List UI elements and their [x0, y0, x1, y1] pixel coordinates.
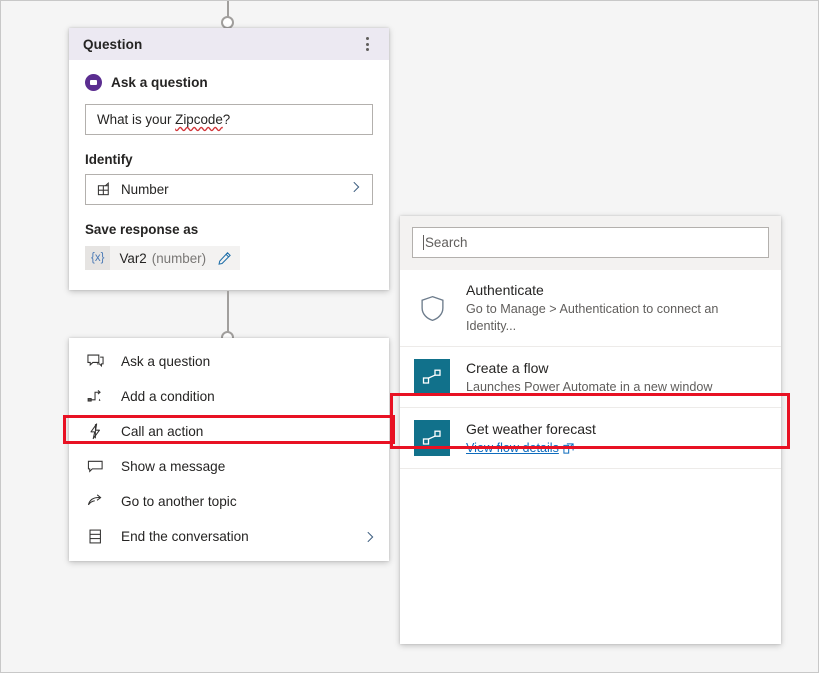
view-flow-details-link[interactable]: View flow details: [466, 440, 574, 457]
search-input[interactable]: Search: [412, 227, 769, 258]
identify-label: Identify: [85, 152, 133, 167]
question-card-header: Question: [69, 28, 389, 60]
condition-branch-icon: [87, 388, 109, 405]
menu-item-ask-a-question[interactable]: Ask a question: [69, 344, 389, 379]
page-title: Question: [83, 36, 143, 52]
menu-item-label: Add a condition: [121, 389, 215, 404]
identify-selected-value: Number: [121, 182, 169, 197]
external-link-icon: [563, 442, 574, 454]
shield-authenticate-icon: [414, 290, 450, 326]
power-automate-flow-icon: [414, 420, 450, 456]
menu-item-label: End the conversation: [121, 529, 249, 544]
variable-type: (number): [151, 250, 207, 266]
variable-chip[interactable]: {x} Var2 (number): [85, 246, 241, 270]
menu-item-add-a-condition[interactable]: Add a condition: [69, 379, 389, 414]
menu-item-call-an-action[interactable]: Call an action: [69, 414, 389, 449]
menu-item-go-to-another-topic[interactable]: Go to another topic: [69, 484, 389, 519]
action-row-text: Get weather forecast View flow details: [466, 420, 596, 457]
power-automate-flow-icon: [414, 359, 450, 395]
action-row-authenticate[interactable]: Authenticate Go to Manage > Authenticati…: [400, 270, 781, 347]
lightning-bolt-icon: [87, 423, 109, 440]
save-response-label: Save response as: [85, 222, 199, 237]
menu-item-label: Show a message: [121, 459, 226, 474]
action-title: Create a flow: [466, 359, 549, 376]
action-row-text: Authenticate Go to Manage > Authenticati…: [466, 281, 767, 335]
view-flow-details-label: View flow details: [466, 440, 559, 455]
search-placeholder: Search: [425, 235, 468, 250]
node-action-menu: Ask a question Add a condition Call an a…: [69, 338, 389, 561]
pencil-edit-icon[interactable]: [217, 251, 232, 266]
menu-item-label: Ask a question: [121, 354, 211, 369]
entity-grid-icon: [97, 182, 112, 197]
menu-item-label: Go to another topic: [121, 494, 237, 509]
action-subtitle: Go to Manage > Authentication to connect…: [466, 302, 719, 333]
action-title: Authenticate: [466, 282, 544, 298]
go-to-topic-arrow-icon: [87, 493, 109, 510]
question-card-body: Ask a question What is your Zipcode? Ide…: [69, 60, 389, 290]
message-bubble-icon: [87, 458, 109, 475]
text-caret: [423, 235, 424, 250]
menu-item-show-a-message[interactable]: Show a message: [69, 449, 389, 484]
kebab-menu-icon[interactable]: [358, 33, 376, 55]
question-node-card[interactable]: Question Ask a question What is your Zip…: [69, 28, 389, 290]
identify-entity-select[interactable]: Number: [85, 174, 373, 205]
action-picker-panel: Search Authenticate Go to Manage > Authe…: [400, 216, 781, 644]
ask-question-icon: [85, 74, 102, 91]
connector-line-bottom: [227, 291, 229, 333]
chevron-right-icon: [363, 530, 377, 544]
chevron-right-icon: [349, 180, 363, 199]
ask-a-question-header: Ask a question: [85, 74, 373, 91]
authoring-canvas: Question Ask a question What is your Zip…: [1, 1, 818, 672]
search-container: Search: [400, 216, 781, 270]
action-list: Authenticate Go to Manage > Authenticati…: [400, 270, 781, 469]
action-row-get-weather-forecast[interactable]: Get weather forecast View flow details: [400, 408, 781, 469]
action-title: Get weather forecast: [466, 420, 596, 437]
question-text-input[interactable]: What is your Zipcode?: [85, 104, 373, 135]
action-subtitle: Launches Power Automate in a new window: [466, 379, 713, 394]
action-row-text: Create a flow Launches Power Automate in…: [466, 359, 712, 396]
variable-name: Var2: [119, 250, 147, 266]
end-conversation-icon: [87, 528, 109, 545]
question-text-value: What is your Zipcode?: [97, 112, 231, 127]
menu-item-end-the-conversation[interactable]: End the conversation: [69, 519, 389, 554]
variable-token-icon: {x}: [85, 246, 111, 270]
ask-question-label: Ask a question: [111, 75, 208, 90]
menu-item-label: Call an action: [121, 424, 204, 439]
action-row-create-a-flow[interactable]: Create a flow Launches Power Automate in…: [400, 347, 781, 408]
ask-question-chat-icon: [87, 353, 109, 370]
